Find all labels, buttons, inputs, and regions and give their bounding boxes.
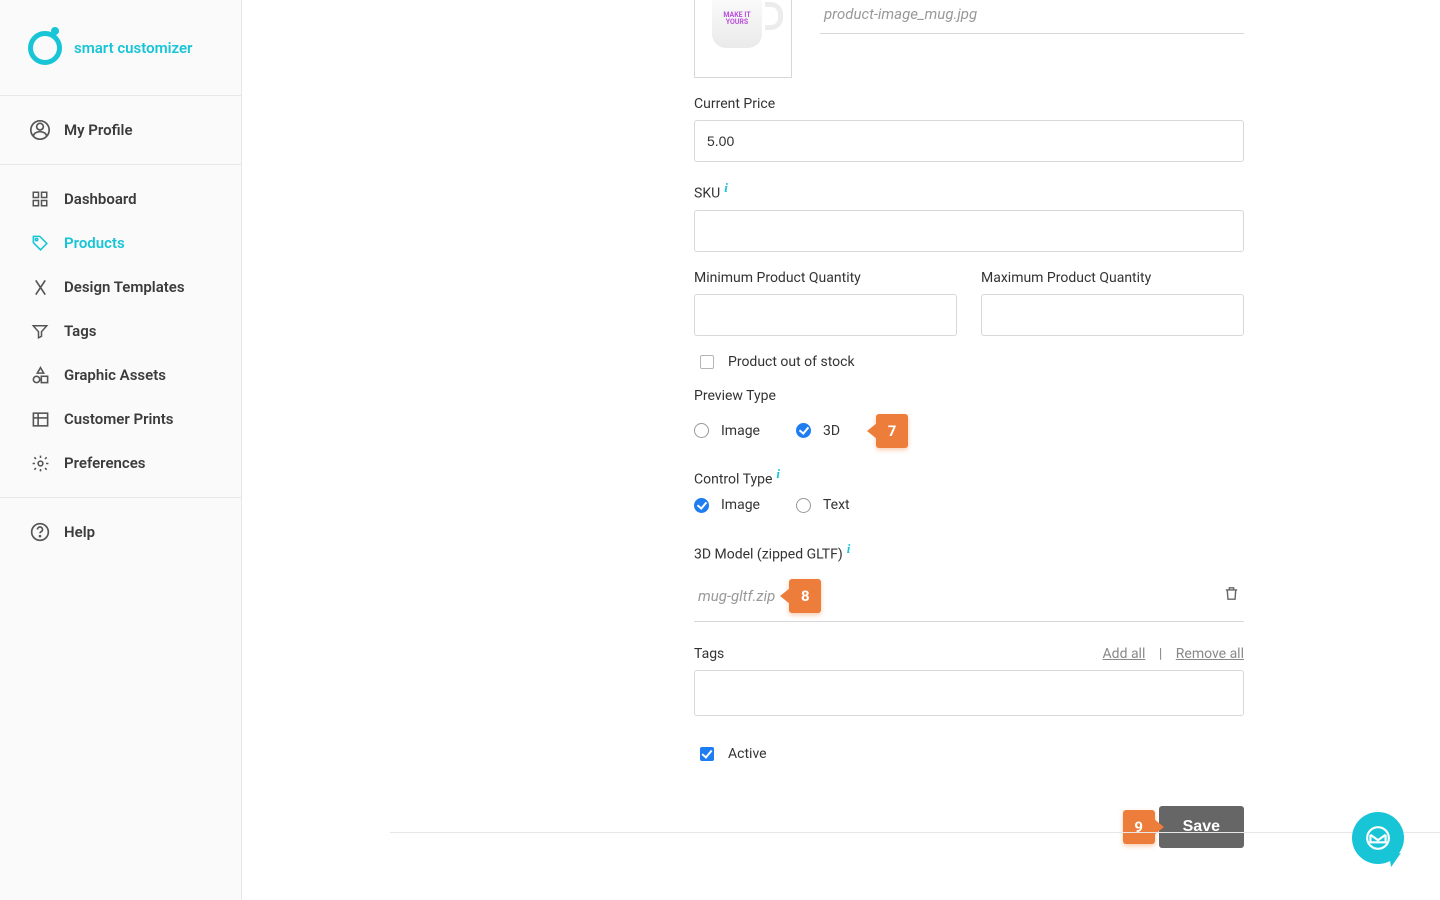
sidebar-item-label: Customer Prints [64,410,174,428]
logo-icon [28,31,62,65]
sidebar-item-preferences[interactable]: Preferences [0,441,241,485]
mail-icon [1365,825,1391,851]
price-input[interactable] [694,120,1244,162]
preview-type-label: Preview Type [694,388,1244,404]
tools-icon [30,277,50,297]
preview-type-3d-radio[interactable]: 3D [796,423,840,439]
list-icon [30,409,50,429]
sidebar-item-graphic-assets[interactable]: Graphic Assets [0,353,241,397]
tag-icon [30,233,50,253]
max-qty-label: Maximum Product Quantity [981,270,1244,286]
tags-label: Tags [694,646,724,662]
mug-icon: MAKE IT YOURS [712,0,774,48]
tags-add-all-link[interactable]: Add all [1103,646,1146,662]
info-icon[interactable]: i [847,541,851,556]
tags-input[interactable] [694,670,1244,716]
control-type-text-radio[interactable]: Text [796,497,850,513]
active-label: Active [728,746,767,762]
sidebar-item-label: Dashboard [64,190,137,208]
model-label: 3D Model (zipped GLTF)i [694,541,1244,563]
trash-icon[interactable] [1223,585,1240,606]
control-type-label: Control Typei [694,466,1244,488]
sku-input[interactable] [694,210,1244,252]
sidebar-item-tags[interactable]: Tags [0,309,241,353]
save-button[interactable]: Save [1159,806,1244,848]
gear-icon [30,453,50,473]
active-checkbox[interactable] [700,747,714,761]
sidebar-item-design-templates[interactable]: Design Templates [0,265,241,309]
help-icon [30,522,50,542]
preview-type-image-radio[interactable]: Image [694,423,760,439]
sidebar-item-label: Tags [64,322,97,340]
tags-remove-all-link[interactable]: Remove all [1176,646,1244,662]
product-image-filename[interactable]: product-image_mug.jpg [820,5,1244,34]
sidebar-item-customer-prints[interactable]: Customer Prints [0,397,241,441]
model-filename[interactable]: mug-gltf.zip [698,587,775,605]
sidebar-item-dashboard[interactable]: Dashboard [0,177,241,221]
info-icon[interactable]: i [776,466,780,481]
brand-name: smart customizer [74,39,192,57]
callout-7: 7 [876,414,908,448]
out-of-stock-checkbox[interactable] [700,355,714,369]
sidebar-item-label: Preferences [64,454,146,472]
sidebar-item-profile[interactable]: My Profile [0,108,241,152]
user-icon [30,120,50,140]
min-qty-label: Minimum Product Quantity [694,270,957,286]
min-qty-input[interactable] [694,294,957,336]
max-qty-input[interactable] [981,294,1244,336]
thumbnail-caption: MAKE IT YOURS [712,0,762,48]
sidebar-item-label: My Profile [64,121,133,139]
info-icon[interactable]: i [724,180,728,195]
divider [390,832,1440,833]
callout-9: 9 [1123,810,1155,844]
product-thumbnail[interactable]: MAKE IT YOURS [694,0,792,78]
out-of-stock-label: Product out of stock [728,354,855,370]
sku-label: SKUi [694,180,1244,202]
control-type-image-radio[interactable]: Image [694,497,760,513]
callout-8: 8 [789,579,821,613]
sidebar-item-label: Products [64,234,125,252]
sidebar-item-products[interactable]: Products [0,221,241,265]
price-label: Current Price [694,96,1244,112]
sidebar-item-label: Graphic Assets [64,366,166,384]
shapes-icon [30,365,50,385]
filter-icon [30,321,50,341]
sidebar-item-label: Design Templates [64,278,185,296]
brand-logo[interactable]: smart customizer [0,0,241,96]
chat-fab[interactable] [1352,812,1404,864]
dashboard-icon [30,189,50,209]
sidebar-item-label: Help [64,523,95,541]
sidebar-item-help[interactable]: Help [0,510,241,554]
